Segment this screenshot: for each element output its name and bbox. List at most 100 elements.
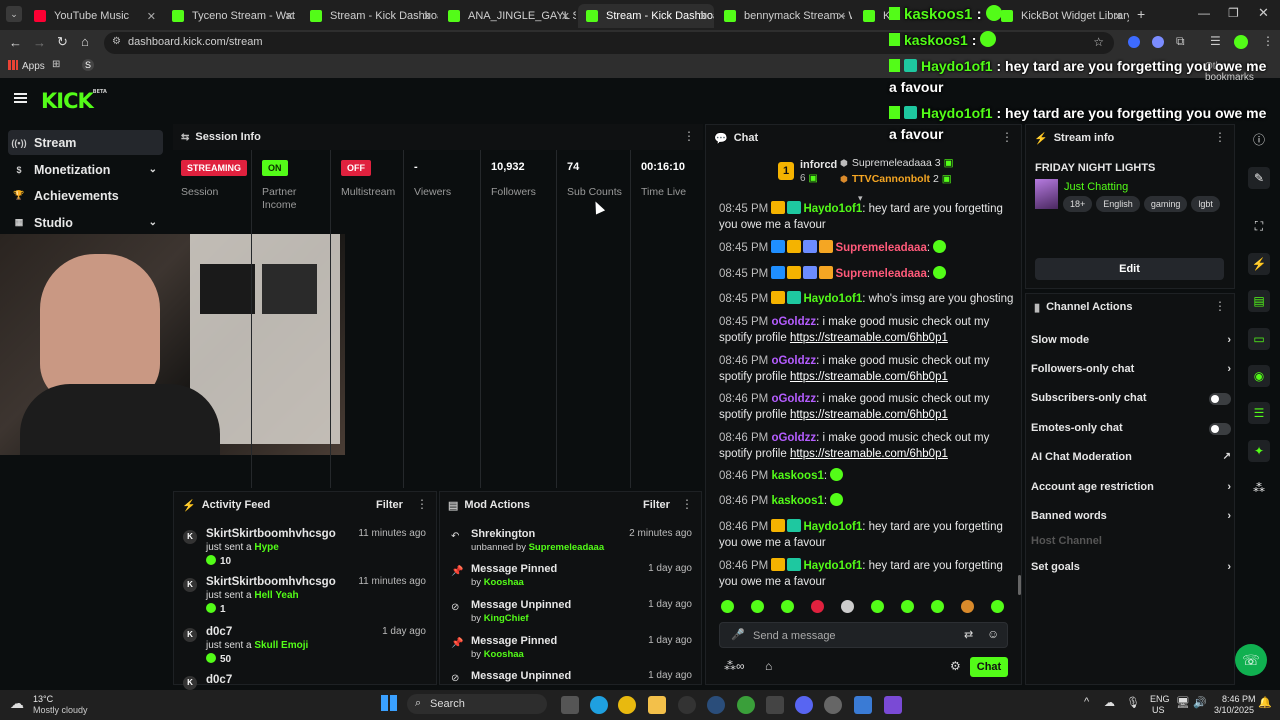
tray-chevron-icon[interactable]: ^ (1084, 696, 1089, 708)
bookmark-apps[interactable]: Apps (22, 61, 45, 72)
site-info-icon[interactable]: ⚙ (112, 36, 121, 47)
chat-nav-icon[interactable]: ▭ (1248, 328, 1270, 350)
activity-filter-button[interactable]: Filter (376, 499, 403, 511)
steam-icon[interactable] (707, 696, 725, 714)
forward-icon[interactable]: → (33, 35, 46, 50)
browser-tab[interactable]: YouTube Music ✕ (26, 4, 162, 28)
channel-action-slow-mode[interactable]: Slow mode › (1031, 334, 1231, 346)
browser-tab[interactable]: Stream - Kick Dashboard✕ (578, 4, 714, 28)
chat-username[interactable]: kaskoos1 (771, 495, 823, 507)
settings-icon[interactable] (824, 696, 842, 714)
chat-username[interactable]: Haydo1of1 (803, 521, 862, 533)
nav-item-monetization[interactable]: $ Monetization ⌄ (8, 157, 163, 182)
mod-action-user[interactable]: Supremeleadaaa (529, 542, 605, 553)
channel-action-subscribers-only-chat[interactable]: Subscribers-only chat (1031, 392, 1231, 405)
channel-action-set-goals[interactable]: Set goals › (1031, 561, 1231, 573)
tab-close-icon[interactable]: ✕ (285, 10, 294, 23)
kick-logo[interactable]: KICKBETA (41, 89, 107, 113)
volume-icon[interactable]: 🔊 (1193, 696, 1207, 709)
tab-close-icon[interactable]: ✕ (423, 10, 432, 23)
broadcast-nav-icon[interactable]: ◉ (1248, 365, 1270, 387)
clock-time[interactable]: 8:46 PM (1222, 694, 1256, 704)
emoji-picker-icon[interactable]: ☺ (987, 627, 999, 641)
stream-tag[interactable]: English (1096, 196, 1140, 212)
send-chat-button[interactable]: Chat (970, 657, 1008, 677)
browser-tab[interactable]: ANA_JINGLE_GAYL Stream✕ (440, 4, 576, 28)
chat-scrollbar[interactable] (1018, 575, 1021, 595)
chat-username[interactable]: oGoldzz (771, 432, 816, 444)
browser-tab[interactable]: Tyceno Stream - Wat ✕ (164, 4, 300, 28)
emote-icon[interactable] (811, 600, 824, 613)
scan-icon[interactable]: ⛶ (1248, 215, 1270, 237)
xbox-icon[interactable] (737, 696, 755, 714)
discord-icon[interactable] (795, 696, 813, 714)
chat-username[interactable]: Supremeleadaaa (835, 242, 926, 254)
notification-bell-icon[interactable]: 🔔 (1258, 696, 1272, 709)
bookmark-s-icon[interactable]: S (82, 59, 94, 71)
tab-close-icon[interactable]: ✕ (699, 10, 708, 23)
activity-user[interactable]: SkirtSkirtboomhvhcsgo (206, 528, 336, 540)
weather-icon[interactable]: ☁ (10, 695, 24, 712)
mod-action-user[interactable]: Kooshaa (484, 577, 524, 588)
chat-username[interactable]: kaskoos1 (771, 470, 823, 482)
mod-action-user[interactable]: KingChief (484, 613, 529, 624)
top-gifter-name[interactable]: inforcd (800, 159, 837, 171)
chat-link[interactable]: https://streamable.com/6hb0p1 (790, 448, 948, 460)
tab-search-icon[interactable]: ⌄ (6, 6, 22, 22)
chat-username[interactable]: oGoldzz (771, 316, 816, 328)
taskbar-search[interactable]: ⌕ Search (407, 694, 547, 714)
chat-input[interactable]: 🎤 Send a message ⇄ ☺ (719, 622, 1008, 648)
chat-username[interactable]: Haydo1of1 (803, 293, 862, 305)
tray-app-icon[interactable]: ☁ (1104, 696, 1115, 709)
pencil-icon[interactable]: ✎ (1248, 167, 1270, 189)
channel-action-emotes-only-chat[interactable]: Emotes-only chat (1031, 422, 1231, 435)
activity-user[interactable]: d0c7 (206, 674, 232, 686)
activity-user[interactable]: d0c7 (206, 626, 232, 638)
emote-icon[interactable] (841, 600, 854, 613)
chat-username[interactable]: Supremeleadaaa (835, 268, 926, 280)
stream-tag[interactable]: 18+ (1063, 196, 1093, 212)
emote-icon[interactable] (721, 600, 734, 613)
activity-user[interactable]: SkirtSkirtboomhvhcsgo (206, 576, 336, 588)
chat-link[interactable]: https://streamable.com/6hb0p1 (790, 371, 948, 383)
hamburger-menu-icon[interactable] (14, 93, 27, 103)
browser-tab[interactable]: Stream - Kick Dashboard✕ (302, 4, 438, 28)
edit-stream-info-button[interactable]: Edit (1035, 258, 1224, 280)
mod-actions-menu-icon[interactable]: ⋮ (681, 498, 693, 510)
chevron-down-icon[interactable]: ⌄ (149, 164, 157, 175)
chevron-down-icon[interactable]: ⌄ (149, 217, 157, 228)
chat-settings-icon[interactable]: ⚙ (950, 659, 961, 673)
toggle-switch[interactable] (1209, 423, 1231, 435)
tray-mic-icon[interactable]: 🎙 (1126, 696, 1140, 709)
channel-action-banned-words[interactable]: Banned words › (1031, 510, 1231, 522)
browser-tab[interactable]: bennymack Stream - Wat✕ (716, 4, 852, 28)
nav-item-stream[interactable]: ((•)) Stream (8, 130, 163, 155)
store-icon[interactable] (854, 696, 872, 714)
lightning-nav-icon[interactable]: ⚡ (1248, 253, 1270, 275)
chrome-icon[interactable] (618, 696, 636, 714)
chat-link[interactable]: https://streamable.com/6hb0p1 (790, 332, 948, 344)
activity-feed-menu-icon[interactable]: ⋮ (416, 498, 428, 510)
edge-icon[interactable] (590, 696, 608, 714)
stream-tag[interactable]: lgbt (1191, 196, 1220, 212)
gifter-leaderboard-entry[interactable]: ⬢ TTVCannonbolt 2 ▣ (840, 173, 952, 185)
toggle-switch[interactable] (1209, 393, 1231, 405)
tab-close-icon[interactable]: ✕ (561, 10, 570, 23)
chat-username[interactable]: Haydo1of1 (803, 560, 862, 572)
store-icon[interactable]: ⌂ (765, 659, 772, 673)
weather-desc[interactable]: Mostly cloudy (33, 705, 88, 715)
microphone-icon[interactable]: 🎤 (731, 628, 745, 641)
session-info-menu-icon[interactable]: ⋮ (683, 130, 695, 142)
gifter-leaderboard-entry[interactable]: ⬢ Supremeleadaaa 3 ▣ (840, 157, 954, 169)
nav-item-studio[interactable]: ▦ Studio ⌄ (8, 210, 163, 235)
task-view-icon[interactable] (561, 696, 579, 714)
chat-username[interactable]: oGoldzz (771, 393, 816, 405)
nav-item-achievements[interactable]: 🏆 Achievements (8, 183, 163, 208)
start-button-icon[interactable] (381, 695, 397, 711)
layers-icon[interactable]: ☰ (1248, 402, 1270, 424)
home-icon[interactable]: ⌂ (81, 34, 89, 49)
network-icon[interactable]: 🖥 (1176, 696, 1190, 709)
emote-icon[interactable] (781, 600, 794, 613)
language-indicator[interactable]: ENG (1150, 694, 1170, 704)
chat-link[interactable]: https://streamable.com/6hb0p1 (790, 409, 948, 421)
